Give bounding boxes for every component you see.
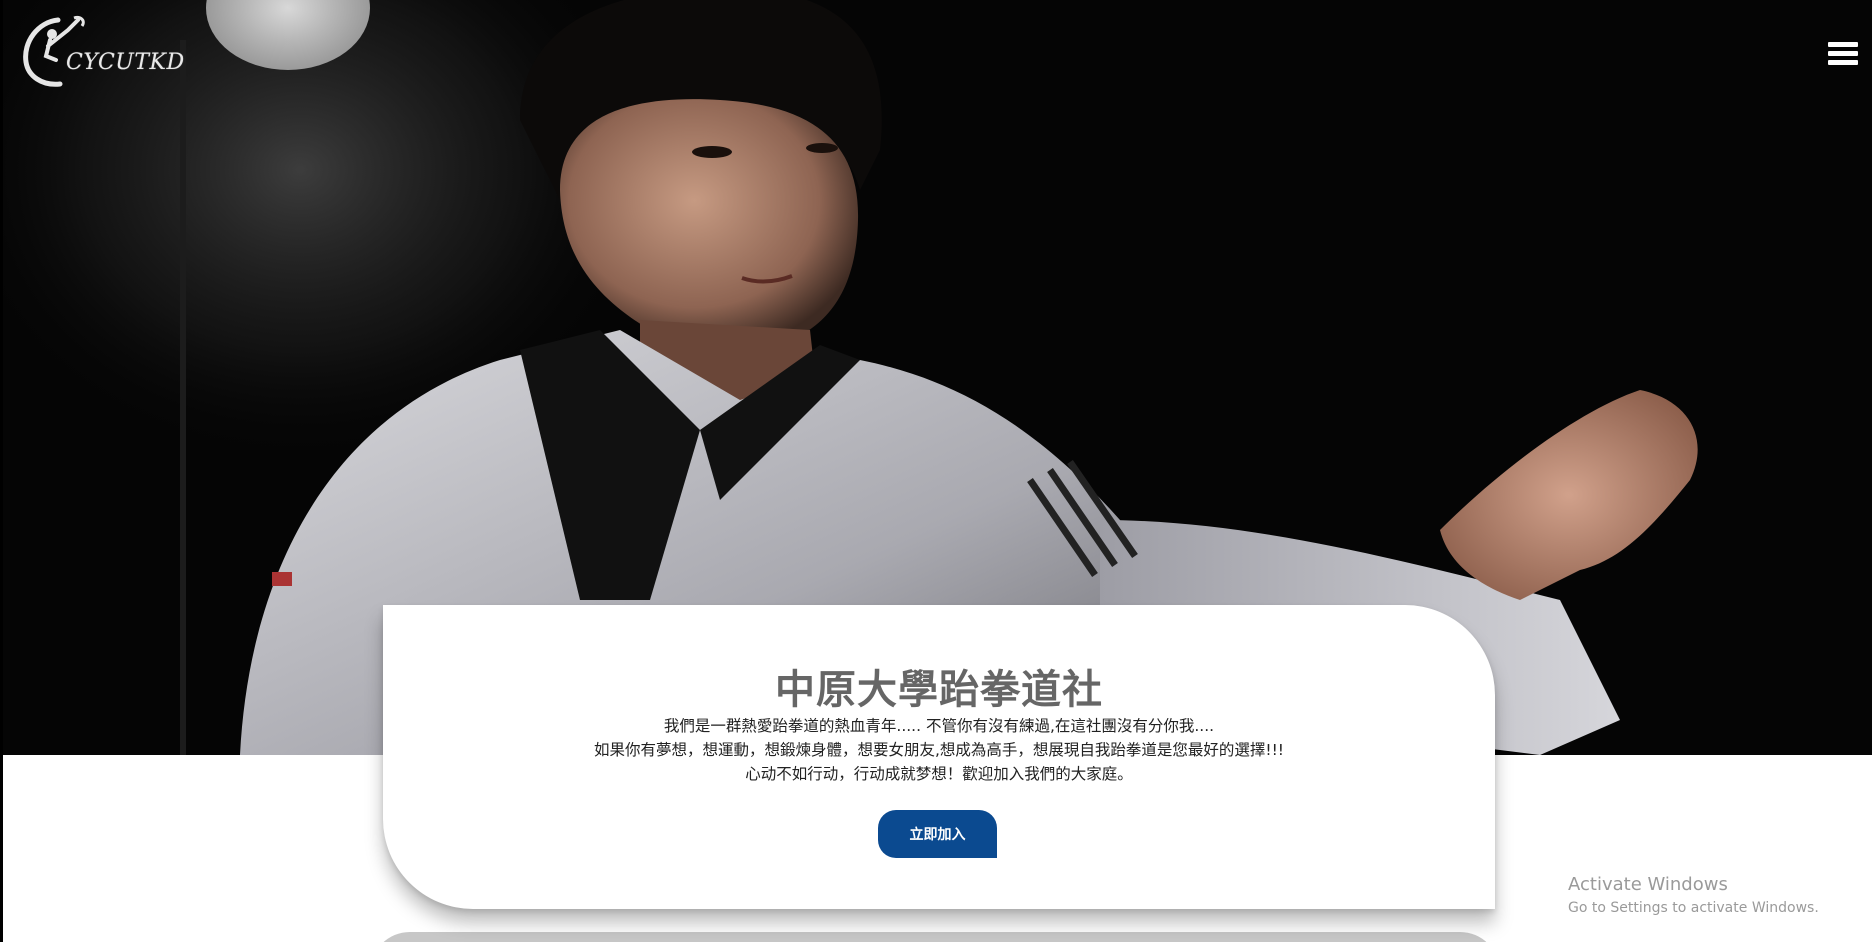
- join-now-button[interactable]: 立即加入: [878, 810, 997, 858]
- next-section-card: [370, 932, 1500, 942]
- watermark-title: Activate Windows: [1568, 874, 1728, 895]
- menu-bar-middle: [1828, 51, 1858, 56]
- logo-text: CYCUTKD: [66, 50, 185, 75]
- activate-windows-watermark: Activate Windows Go to Settings to activ…: [1568, 874, 1819, 916]
- menu-bar-top: [1828, 42, 1858, 47]
- hamburger-menu-icon[interactable]: [1828, 40, 1858, 68]
- intro-text-line-3: 心动不如行动，行动成就梦想！歡迎加入我們的大家庭。: [745, 765, 1133, 783]
- watermark-subtitle: Go to Settings to activate Windows.: [1568, 900, 1819, 916]
- intro-card: 中原大學跆拳道社 我們是一群熱愛跆拳道的熱血青年..... 不管你有沒有練過,在…: [383, 605, 1495, 909]
- club-title: 中原大學跆拳道社: [775, 667, 1103, 713]
- menu-bar-bottom: [1828, 60, 1858, 65]
- page-left-edge: [0, 0, 3, 942]
- site-logo[interactable]: CYCUTKD: [18, 12, 184, 88]
- intro-text-line-1: 我們是一群熱愛跆拳道的熱血青年..... 不管你有沒有練過,在這社團沒有分你我.…: [663, 717, 1215, 735]
- intro-text-line-2: 如果你有夢想，想運動，想鍛煉身體，想要女朋友,想成為高手，想展現自我跆拳道是您最…: [593, 741, 1285, 759]
